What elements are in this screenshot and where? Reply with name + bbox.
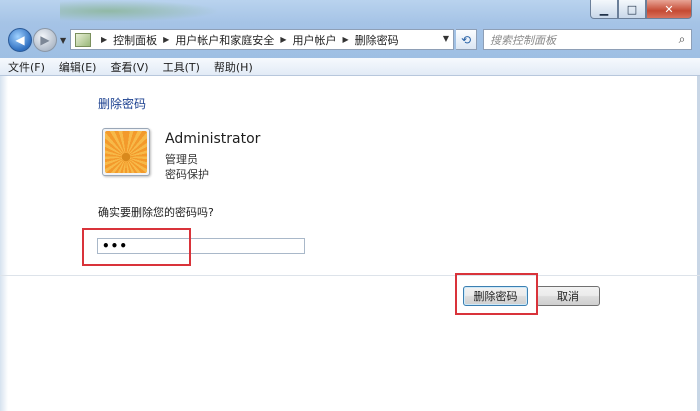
page-title: 删除密码 [98, 97, 147, 111]
avatar [102, 128, 150, 176]
cancel-button[interactable]: 取消 [536, 286, 600, 306]
forward-button[interactable]: ▶ [33, 28, 57, 52]
refresh-button[interactable]: ⟲ [456, 29, 477, 50]
arrow-right-icon: ▶ [40, 33, 50, 47]
content-area: 删除密码 Administrator 管理员 密码保护 确实要删除您的密码吗? … [0, 76, 700, 411]
chevron-right-icon[interactable]: ▶ [163, 35, 169, 44]
menu-edit[interactable]: 编辑(E) [52, 59, 104, 75]
minimize-button[interactable]: ▁ [590, 0, 618, 19]
menu-view[interactable]: 查看(V) [103, 59, 155, 75]
menu-tools[interactable]: 工具(T) [156, 59, 207, 75]
address-bar[interactable]: ▶ 控制面板 ▶ 用户帐户和家庭安全 ▶ 用户帐户 ▶ 删除密码 ▼ [70, 29, 454, 50]
button-highlight-box [455, 273, 538, 315]
content-left-border [0, 76, 8, 411]
back-button[interactable]: ◀ [8, 28, 32, 52]
breadcrumb-remove-password[interactable]: 删除密码 [355, 32, 399, 48]
caption-buttons: ▁ □ ✕ [590, 0, 692, 19]
user-name: Administrator [165, 131, 261, 147]
chevron-right-icon[interactable]: ▶ [280, 35, 286, 44]
confirm-question: 确实要删除您的密码吗? [98, 206, 214, 219]
maximize-button[interactable]: □ [618, 0, 646, 19]
menu-file[interactable]: 文件(F) [0, 59, 52, 75]
window-chrome: ▁ □ ✕ ◀ ▶ ▼ ▶ 控制面板 ▶ 用户帐户和家庭安全 ▶ 用户帐户 ▶ … [0, 0, 700, 58]
user-role: 管理员 [165, 153, 198, 166]
search-box[interactable]: 搜索控制面板 ⌕ [483, 29, 692, 50]
refresh-icon: ⟲ [460, 32, 472, 47]
menu-bar: 文件(F) 编辑(E) 查看(V) 工具(T) 帮助(H) [0, 58, 700, 76]
breadcrumb-control-panel[interactable]: 控制面板 [113, 32, 157, 48]
search-placeholder[interactable]: 搜索控制面板 [490, 32, 673, 48]
control-panel-icon [75, 32, 91, 47]
menu-help[interactable]: 帮助(H) [207, 59, 260, 75]
flower-avatar-icon [105, 131, 147, 173]
breadcrumb-user-accounts[interactable]: 用户帐户 [292, 32, 336, 48]
close-button[interactable]: ✕ [646, 0, 692, 19]
divider [0, 275, 700, 276]
recent-pages-dropdown[interactable]: ▼ [60, 36, 66, 45]
chevron-right-icon[interactable]: ▶ [101, 35, 107, 44]
breadcrumb-user-accounts-family-safety[interactable]: 用户帐户和家庭安全 [175, 32, 274, 48]
password-status: 密码保护 [165, 168, 209, 181]
search-icon[interactable]: ⌕ [673, 32, 691, 47]
title-bar-glow [60, 0, 220, 22]
arrow-left-icon: ◀ [15, 33, 25, 47]
chevron-down-icon[interactable]: ▼ [443, 34, 449, 43]
chevron-right-icon[interactable]: ▶ [342, 35, 348, 44]
input-highlight-box [82, 228, 191, 266]
